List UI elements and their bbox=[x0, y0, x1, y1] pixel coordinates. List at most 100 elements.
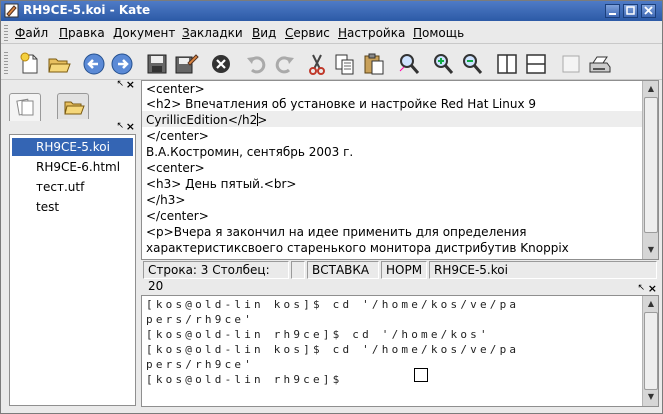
menu-bookmarks[interactable]: Закладки bbox=[182, 26, 243, 40]
code-line: </h3> bbox=[146, 193, 186, 207]
code-line: <center> bbox=[146, 82, 205, 96]
split-vertical-button[interactable] bbox=[494, 51, 520, 77]
terminal-line: pers/rh9ce' bbox=[146, 313, 255, 326]
file-item-test[interactable]: test bbox=[12, 198, 133, 216]
copy-button[interactable] bbox=[332, 51, 358, 77]
cut-icon bbox=[309, 54, 325, 75]
menu-tools[interactable]: Сервис bbox=[285, 26, 330, 40]
close-document-button[interactable] bbox=[208, 51, 234, 77]
close-pane-icon[interactable]: × bbox=[648, 282, 657, 295]
status-cursor-position: Строка: 3 Столбец: 20 bbox=[143, 261, 289, 293]
redo-button[interactable] bbox=[272, 51, 298, 77]
split-horizontal-button[interactable] bbox=[523, 51, 549, 77]
undo-button[interactable] bbox=[243, 51, 269, 77]
save-as-icon bbox=[175, 54, 199, 74]
terminal-line: [kos@old-lin kos]$ cd '/home/kos/ve/pa bbox=[146, 298, 520, 311]
close-icon bbox=[644, 6, 653, 15]
terminal-scrollbar[interactable]: ▲ ▼ bbox=[642, 296, 658, 406]
open-button[interactable] bbox=[46, 51, 72, 77]
maximize-icon bbox=[626, 6, 635, 15]
editor-scrollbar[interactable]: ▲ ▼ bbox=[642, 81, 658, 259]
code-line: CyrillicEdition</h2> bbox=[146, 113, 268, 127]
kate-app-icon[interactable] bbox=[4, 3, 19, 18]
redo-icon bbox=[275, 56, 294, 74]
split-vertical-icon bbox=[497, 54, 517, 74]
title-bar[interactable]: RH9CE-5.koi - Kate bbox=[1, 1, 662, 21]
terminal-panel[interactable]: [kos@old-lin kos]$ cd '/home/kos/ve/pa p… bbox=[141, 295, 659, 407]
tab-file-selector[interactable] bbox=[57, 93, 89, 119]
menu-document[interactable]: Документ bbox=[113, 26, 175, 40]
tab-file-list[interactable] bbox=[9, 93, 41, 121]
undo-icon bbox=[247, 56, 266, 74]
back-button[interactable] bbox=[81, 51, 107, 77]
status-bar: Строка: 3 Столбец: 20 ВСТАВКА НОРМ RH9CE… bbox=[141, 260, 659, 293]
close-view-button[interactable] bbox=[558, 51, 584, 77]
copy-icon bbox=[335, 54, 354, 75]
save-as-button[interactable] bbox=[173, 51, 199, 77]
close-pane-icon[interactable]: × bbox=[126, 120, 135, 133]
status-selection-mode[interactable]: НОРМ bbox=[381, 261, 427, 279]
scroll-down-arrow-icon[interactable]: ▼ bbox=[644, 390, 658, 404]
menu-view[interactable]: Вид bbox=[252, 26, 276, 40]
save-icon bbox=[147, 54, 167, 74]
save-button[interactable] bbox=[144, 51, 170, 77]
terminal-line: [kos@old-lin rh9ce]$ cd '/home/kos' bbox=[146, 328, 490, 341]
code-line: </center> bbox=[146, 129, 209, 143]
open-folder-icon bbox=[48, 58, 71, 73]
code-line: </center> bbox=[146, 209, 209, 223]
code-line: <p>Вчера я закончил на идее применить дл… bbox=[146, 225, 527, 239]
find-button[interactable] bbox=[396, 51, 422, 77]
sidebar-tabs bbox=[9, 93, 136, 121]
menu-edit[interactable]: Правка bbox=[59, 26, 105, 40]
close-document-icon bbox=[212, 55, 230, 73]
menu-bar: Файл Правка Документ Закладки Вид Сервис… bbox=[1, 22, 662, 44]
scroll-up-arrow-icon[interactable]: ▲ bbox=[644, 82, 658, 96]
scroll-thumb[interactable] bbox=[644, 312, 658, 390]
code-line: <h3> День пятый.<br> bbox=[146, 177, 297, 191]
scroll-up-arrow-icon[interactable]: ▲ bbox=[644, 297, 658, 311]
cut-button[interactable] bbox=[304, 51, 330, 77]
split-horizontal-icon bbox=[526, 54, 546, 74]
window-title: RH9CE-5.koi - Kate bbox=[23, 3, 151, 17]
back-arrow-icon bbox=[83, 53, 105, 75]
main-toolbar bbox=[1, 46, 662, 80]
file-item-test-utf[interactable]: тест.utf bbox=[12, 178, 133, 196]
terminal-pane-header: ↖ × bbox=[141, 282, 659, 295]
status-insert-mode[interactable]: ВСТАВКА bbox=[307, 261, 379, 279]
minimize-button[interactable] bbox=[605, 4, 620, 18]
zoom-in-button[interactable] bbox=[430, 51, 456, 77]
editor-area[interactable]: <center> <h2> Впечатления об установке и… bbox=[141, 80, 659, 260]
blank-icon bbox=[562, 55, 580, 73]
new-document-button[interactable] bbox=[17, 51, 43, 77]
print-icon bbox=[589, 56, 611, 73]
documents-icon bbox=[16, 98, 34, 116]
new-document-icon bbox=[20, 52, 38, 74]
terminal-line: pers/rh9ce' bbox=[146, 358, 255, 371]
text-cursor bbox=[257, 113, 258, 126]
menubar-grip[interactable] bbox=[4, 25, 8, 41]
toolbar-grip[interactable] bbox=[4, 52, 8, 74]
pin-icon[interactable]: ↖ bbox=[637, 283, 645, 293]
zoom-out-button[interactable] bbox=[459, 51, 485, 77]
terminal-line: [kos@old-lin kos]$ cd '/home/kos/ve/pa bbox=[146, 343, 520, 356]
zoom-out-icon bbox=[463, 54, 483, 74]
file-item-rh9ce-5[interactable]: RH9CE-5.koi bbox=[12, 138, 133, 156]
tools-pane-header: ↖ × bbox=[8, 78, 136, 91]
menu-help[interactable]: Помощь bbox=[413, 26, 464, 40]
status-filename: RH9CE-5.koi bbox=[429, 261, 657, 279]
pin-icon[interactable]: ↖ bbox=[116, 79, 124, 89]
close-window-button[interactable] bbox=[641, 4, 656, 18]
code-line: <h2> Впечатления об установке и настройк… bbox=[146, 97, 536, 111]
scroll-down-arrow-icon[interactable]: ▼ bbox=[644, 243, 658, 257]
menu-file[interactable]: Файл bbox=[15, 26, 48, 40]
close-pane-icon[interactable]: × bbox=[126, 78, 135, 91]
find-icon bbox=[399, 54, 420, 74]
print-button[interactable] bbox=[587, 51, 613, 77]
paste-button[interactable] bbox=[361, 51, 387, 77]
menu-settings[interactable]: Настройка bbox=[338, 26, 405, 40]
maximize-button[interactable] bbox=[623, 4, 638, 18]
pin-icon[interactable]: ↖ bbox=[116, 121, 124, 131]
scroll-thumb[interactable] bbox=[644, 97, 658, 233]
forward-button[interactable] bbox=[109, 51, 135, 77]
file-item-rh9ce-6[interactable]: RH9CE-6.html bbox=[12, 158, 133, 176]
